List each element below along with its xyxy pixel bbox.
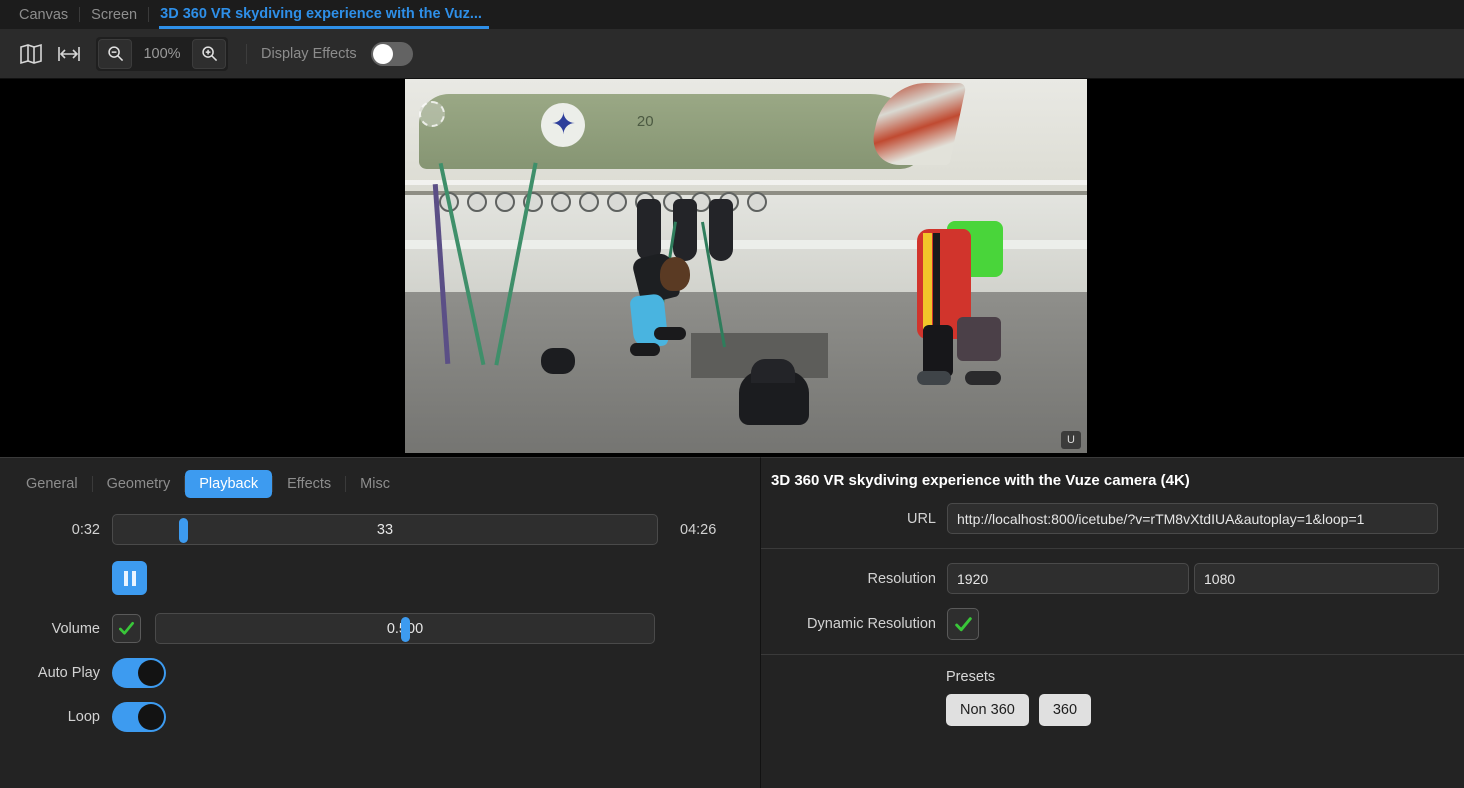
- toggle-knob: [138, 704, 164, 730]
- display-effects-label: Display Effects: [261, 46, 357, 62]
- pause-button[interactable]: [112, 561, 147, 595]
- seek-slider[interactable]: 33: [112, 514, 658, 545]
- seek-slider-thumb[interactable]: [179, 518, 188, 543]
- toggle-knob: [138, 660, 164, 686]
- tab-screen[interactable]: Screen: [80, 7, 148, 29]
- resolution-row: Resolution 1920 1080: [761, 563, 1464, 594]
- video-person-left: [630, 255, 678, 375]
- auto-play-row: Auto Play: [0, 658, 760, 688]
- media-title: 3D 360 VR skydiving experience with the …: [761, 458, 1464, 501]
- video-folded-suit: [739, 371, 809, 425]
- url-label: URL: [761, 511, 936, 527]
- properties-tab-strip: General Geometry Playback Effects Misc: [0, 458, 760, 510]
- volume-enabled-checkbox[interactable]: [112, 614, 141, 643]
- resolution-width-input[interactable]: 1920: [947, 563, 1189, 594]
- properties-panel: General Geometry Playback Effects Misc 0…: [0, 457, 761, 788]
- bottom-panels: General Geometry Playback Effects Misc 0…: [0, 457, 1464, 788]
- media-inspector-panel: 3D 360 VR skydiving experience with the …: [761, 457, 1464, 788]
- loop-row: Loop: [0, 702, 760, 732]
- video-person-right: [917, 221, 1013, 399]
- video-gear-bag: [541, 348, 575, 374]
- preset-360-button[interactable]: 360: [1039, 694, 1091, 726]
- loading-spinner-icon: [419, 101, 445, 127]
- pause-icon-bar: [132, 571, 136, 586]
- volume-label: Volume: [0, 621, 100, 637]
- presets-section: Presets Non 360 360: [761, 654, 1464, 740]
- current-time-label: 0:32: [0, 522, 100, 538]
- tab-misc[interactable]: Misc: [346, 470, 404, 498]
- volume-slider-thumb[interactable]: [401, 617, 410, 642]
- transport-row: [0, 561, 760, 595]
- display-effects-toggle[interactable]: [371, 42, 413, 66]
- tab-geometry[interactable]: Geometry: [93, 470, 185, 498]
- loop-toggle[interactable]: [112, 702, 166, 732]
- auto-play-toggle[interactable]: [112, 658, 166, 688]
- resolution-label: Resolution: [761, 571, 936, 587]
- url-row: URL http://localhost:800/icetube/?v=rTM8…: [761, 503, 1464, 534]
- dynamic-resolution-checkbox[interactable]: [947, 608, 979, 640]
- resolution-section: Resolution 1920 1080 Dynamic Resolution: [761, 548, 1464, 654]
- zoom-in-icon[interactable]: [192, 39, 226, 69]
- preset-button-group: Non 360 360: [946, 694, 1464, 726]
- zoom-control-group: 100%: [96, 37, 228, 71]
- fit-width-icon[interactable]: [50, 37, 88, 71]
- seek-value: 33: [377, 522, 393, 538]
- auto-play-label: Auto Play: [0, 665, 100, 681]
- presets-label: Presets: [946, 669, 1464, 685]
- resolution-height-input[interactable]: 1080: [1194, 563, 1439, 594]
- url-section: URL http://localhost:800/icetube/?v=rTM8…: [761, 501, 1464, 548]
- map-icon[interactable]: [12, 37, 50, 71]
- volume-slider[interactable]: 0.500: [155, 613, 655, 644]
- duration-label: 04:26: [680, 522, 716, 538]
- tab-active-media[interactable]: 3D 360 VR skydiving experience with the …: [149, 6, 493, 29]
- preset-non-360-button[interactable]: Non 360: [946, 694, 1029, 726]
- zoom-level-value[interactable]: 100%: [134, 46, 190, 62]
- top-tab-bar: Canvas Screen 3D 360 VR skydiving experi…: [0, 0, 1464, 29]
- dynamic-resolution-label: Dynamic Resolution: [761, 616, 936, 632]
- tab-general[interactable]: General: [12, 470, 92, 498]
- toolbar-divider: [246, 44, 247, 64]
- toggle-knob: [373, 44, 393, 64]
- video-airplane: [419, 94, 924, 169]
- video-watermark: U: [1061, 431, 1081, 449]
- url-input[interactable]: http://localhost:800/icetube/?v=rTM8vXtd…: [947, 503, 1438, 534]
- tab-canvas[interactable]: Canvas: [8, 7, 79, 29]
- volume-row: Volume 0.500: [0, 613, 760, 644]
- video-plane-number: 20: [637, 113, 654, 130]
- pause-icon-bar: [124, 571, 128, 586]
- loop-label: Loop: [0, 709, 100, 725]
- seek-row: 0:32 33 04:26: [0, 514, 760, 545]
- dynamic-resolution-row: Dynamic Resolution: [761, 608, 1464, 640]
- video-preview[interactable]: ✦ 20 U: [405, 79, 1087, 453]
- zoom-out-icon[interactable]: [98, 39, 132, 69]
- canvas-toolbar: 100% Display Effects: [0, 29, 1464, 79]
- tab-playback[interactable]: Playback: [185, 470, 272, 498]
- tab-effects[interactable]: Effects: [273, 470, 345, 498]
- canvas-area[interactable]: ✦ 20 U: [0, 79, 1464, 457]
